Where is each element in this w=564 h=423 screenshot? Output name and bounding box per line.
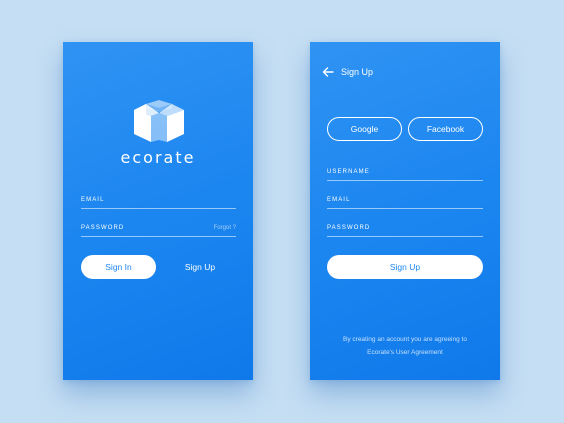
sign-up-button[interactable]: Sign Up xyxy=(327,255,483,279)
email-field[interactable]: EMAIL xyxy=(327,196,483,209)
password-label: PASSWORD xyxy=(81,225,125,231)
email-label: EMAIL xyxy=(81,197,105,203)
password-field[interactable]: PASSWORD xyxy=(327,224,483,237)
page-title: Sign Up xyxy=(341,67,374,77)
arrow-left-icon[interactable] xyxy=(322,66,334,78)
email-field[interactable]: EMAIL xyxy=(81,196,236,209)
user-agreement-link[interactable]: Ecorate's User Agreement xyxy=(310,346,500,359)
sign-up-link[interactable]: Sign Up xyxy=(170,255,230,279)
sign-up-screen: Sign Up Google Facebook USERNAME EMAIL P… xyxy=(310,42,500,380)
username-label: USERNAME xyxy=(327,169,370,175)
legal-text: By creating an account you are agreeing … xyxy=(310,333,500,359)
password-label: PASSWORD xyxy=(327,225,371,231)
facebook-button[interactable]: Facebook xyxy=(408,117,483,141)
forgot-password-link[interactable]: Forgot ? xyxy=(214,224,236,232)
password-field[interactable]: PASSWORD Forgot ? xyxy=(81,224,236,237)
sign-in-button[interactable]: Sign In xyxy=(81,255,156,279)
sign-in-screen: ecorate EMAIL PASSWORD Forgot ? Sign In … xyxy=(63,42,253,380)
email-label: EMAIL xyxy=(327,197,351,203)
brand-name: ecorate xyxy=(120,148,196,167)
username-field[interactable]: USERNAME xyxy=(327,168,483,181)
legal-line-1: By creating an account you are agreeing … xyxy=(343,336,467,343)
cube-logo-icon xyxy=(134,100,184,142)
google-button[interactable]: Google xyxy=(327,117,402,141)
